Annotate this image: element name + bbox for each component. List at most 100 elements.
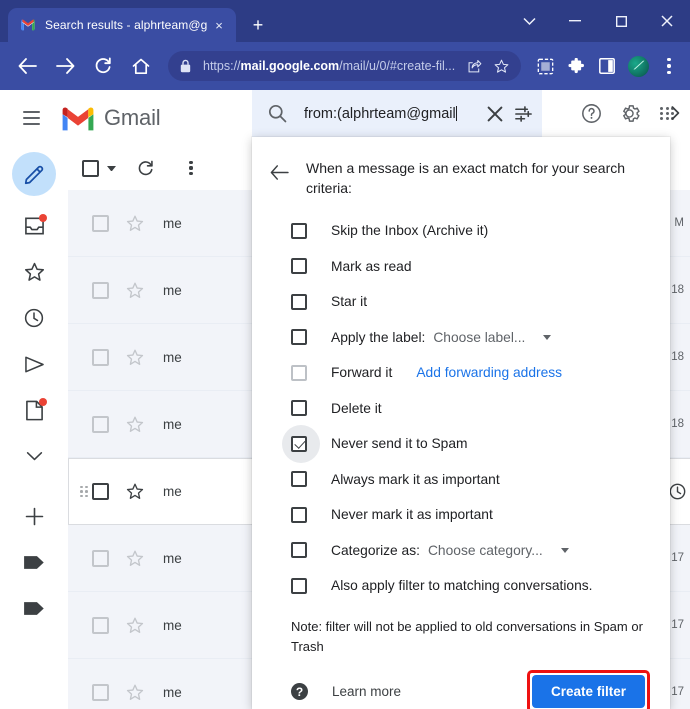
- tab-search-chevron-icon[interactable]: [506, 0, 552, 42]
- create-filter-highlight: Create filter: [526, 670, 650, 709]
- minimize-button[interactable]: [552, 0, 598, 42]
- sidebar-item-drafts[interactable]: [12, 388, 56, 432]
- option-checkbox[interactable]: [291, 364, 307, 381]
- sidebar-item-more[interactable]: [12, 434, 56, 478]
- page-content: Gmail from:(alphrteam@gmail me M me 18 m…: [0, 90, 690, 709]
- filter-option-row[interactable]: Star it: [266, 284, 650, 320]
- sidebar-item-label-two[interactable]: [12, 586, 56, 630]
- row-star-icon[interactable]: [126, 282, 146, 299]
- new-tab-button[interactable]: +: [244, 11, 272, 39]
- filter-option-row[interactable]: Forward it Add forwarding address: [266, 355, 650, 391]
- filter-option-row[interactable]: Skip the Inbox (Archive it): [266, 213, 650, 249]
- settings-gear-icon[interactable]: [610, 95, 648, 133]
- profile-avatar[interactable]: ⟋: [625, 53, 651, 79]
- row-star-icon[interactable]: [126, 416, 146, 433]
- help-icon[interactable]: [572, 95, 610, 133]
- option-checkbox[interactable]: [291, 542, 307, 558]
- chevron-down-icon[interactable]: [543, 334, 552, 340]
- home-button[interactable]: [126, 51, 156, 81]
- option-checkbox[interactable]: [291, 435, 307, 452]
- tab-close-icon[interactable]: ×: [210, 16, 228, 34]
- row-star-icon[interactable]: [126, 684, 146, 701]
- pager-next-icon[interactable]: [671, 106, 680, 123]
- sidebar-item-new-label[interactable]: [12, 494, 56, 538]
- option-dropdown-value[interactable]: Choose category...: [428, 543, 543, 558]
- sidebar-item-snoozed[interactable]: [12, 296, 56, 340]
- share-icon[interactable]: [464, 56, 484, 76]
- send-icon: [24, 356, 44, 372]
- option-label: Always mark it as important: [331, 471, 500, 487]
- back-button[interactable]: [12, 51, 42, 81]
- sidebar-item-sent[interactable]: [12, 342, 56, 386]
- option-checkbox[interactable]: [291, 258, 307, 274]
- snooze-clock-icon[interactable]: [669, 483, 686, 500]
- gmail-logo[interactable]: Gmail: [60, 105, 161, 132]
- option-checkbox[interactable]: [291, 329, 307, 345]
- close-window-button[interactable]: [644, 0, 690, 42]
- clear-search-icon[interactable]: [482, 101, 508, 127]
- row-checkbox[interactable]: [92, 214, 109, 232]
- extensions-puzzle-icon[interactable]: [563, 53, 589, 79]
- option-checkbox[interactable]: [291, 222, 307, 239]
- row-checkbox[interactable]: [92, 281, 109, 299]
- forward-button[interactable]: [50, 51, 80, 81]
- sidebar-item-starred[interactable]: [12, 250, 56, 294]
- option-checkbox[interactable]: [291, 577, 307, 594]
- row-star-icon[interactable]: [126, 617, 146, 634]
- row-star-icon[interactable]: [126, 483, 146, 500]
- row-star-icon[interactable]: [126, 349, 146, 366]
- row-star-icon[interactable]: [126, 215, 146, 232]
- address-bar[interactable]: https://mail.google.com/mail/u/0/#create…: [168, 51, 521, 81]
- sidebar-item-label-one[interactable]: [12, 540, 56, 584]
- search-bar[interactable]: from:(alphrteam@gmail: [252, 90, 542, 137]
- select-all-chevron-down-icon[interactable]: [107, 165, 116, 171]
- option-checkbox[interactable]: [291, 471, 307, 487]
- help-question-icon[interactable]: ?: [291, 683, 308, 701]
- back-arrow-icon[interactable]: [266, 159, 292, 185]
- filter-option-row[interactable]: Mark as read: [266, 248, 650, 284]
- search-input[interactable]: from:(alphrteam@gmail: [304, 105, 480, 122]
- gmail-m-icon: [60, 105, 96, 132]
- create-filter-button[interactable]: Create filter: [531, 675, 645, 709]
- row-timestamp: 17: [671, 619, 684, 631]
- sidebar-item-compose[interactable]: [12, 152, 56, 196]
- option-checkbox[interactable]: [291, 400, 307, 416]
- reload-button[interactable]: [88, 51, 118, 81]
- row-checkbox[interactable]: [92, 683, 109, 701]
- list-more-options-icon[interactable]: [174, 151, 208, 185]
- maximize-button[interactable]: [598, 0, 644, 42]
- add-forwarding-address-link[interactable]: Add forwarding address: [416, 365, 562, 380]
- filter-option-row[interactable]: Apply the label: Choose label...: [266, 319, 650, 355]
- reading-list-icon[interactable]: [532, 53, 558, 79]
- search-options-icon[interactable]: [510, 101, 536, 127]
- filter-option-row[interactable]: Also apply filter to matching conversati…: [266, 568, 650, 604]
- row-checkbox[interactable]: [92, 549, 109, 567]
- option-dropdown-value[interactable]: Choose label...: [433, 330, 525, 345]
- apps-grid-icon[interactable]: [648, 95, 686, 133]
- row-timestamp: 18: [671, 284, 684, 296]
- drag-handle-icon[interactable]: [80, 485, 88, 498]
- option-checkbox[interactable]: [291, 293, 307, 310]
- chrome-menu-icon[interactable]: [656, 53, 682, 79]
- filter-option-row[interactable]: Categorize as: Choose category...: [266, 532, 650, 568]
- row-checkbox[interactable]: [92, 348, 109, 366]
- filter-option-row[interactable]: Never send it to Spam: [266, 424, 650, 463]
- refresh-icon[interactable]: [128, 151, 162, 185]
- row-checkbox[interactable]: [92, 483, 109, 500]
- chevron-down-icon[interactable]: [560, 547, 569, 553]
- side-panel-icon[interactable]: [594, 53, 620, 79]
- search-value: from:(alphrteam@gmail: [304, 105, 456, 122]
- sidebar-item-inbox[interactable]: [12, 204, 56, 248]
- select-all-checkbox[interactable]: [82, 159, 99, 177]
- row-checkbox[interactable]: [92, 616, 109, 634]
- learn-more-link[interactable]: Learn more: [332, 684, 401, 699]
- filter-option-row[interactable]: Delete it: [266, 390, 650, 426]
- main-menu-icon[interactable]: [14, 101, 48, 135]
- filter-option-row[interactable]: Never mark it as important: [266, 497, 650, 533]
- row-star-icon[interactable]: [126, 550, 146, 567]
- filter-option-row[interactable]: Always mark it as important: [266, 461, 650, 497]
- row-checkbox[interactable]: [92, 415, 109, 433]
- option-checkbox[interactable]: [291, 506, 307, 523]
- browser-tab[interactable]: Search results - alphrteam@gma ×: [8, 8, 236, 42]
- bookmark-star-icon[interactable]: [491, 56, 511, 76]
